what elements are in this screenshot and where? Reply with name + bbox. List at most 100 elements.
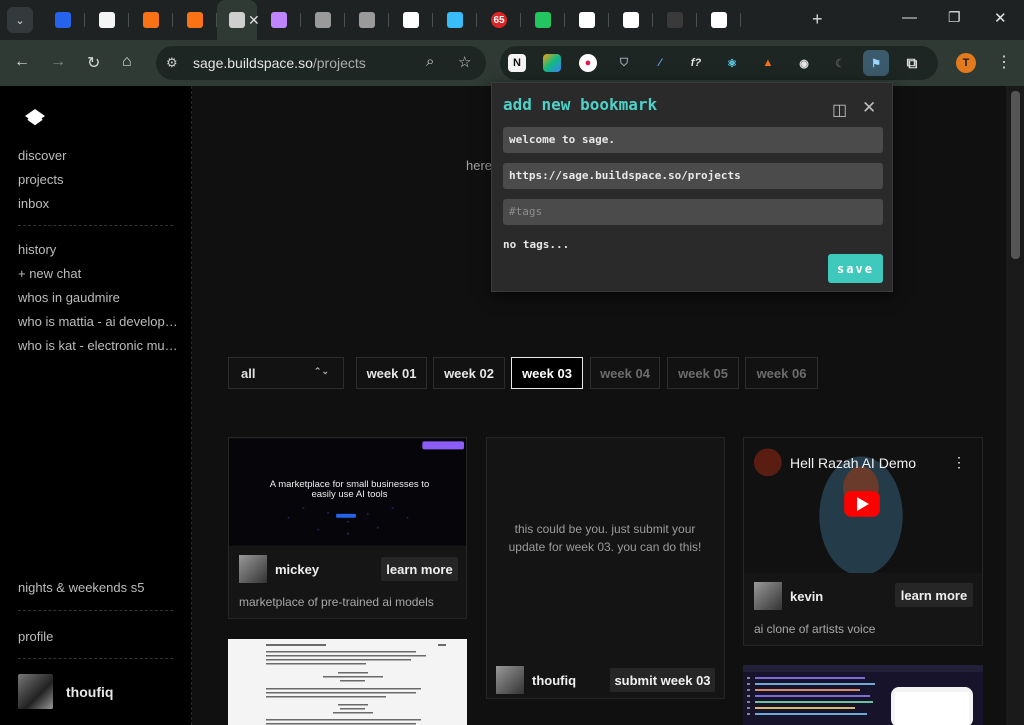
new-tab-button[interactable]: + [812,9,823,30]
triangle-icon [711,12,727,28]
browser-tab[interactable] [697,0,741,40]
forward-arrow-icon[interactable]: → [50,53,66,71]
home-icon[interactable]: ⌂ [122,53,132,71]
back-arrow-icon[interactable]: ← [14,53,30,71]
card-description: ai clone of artists voice [754,622,876,636]
eyedropper-icon[interactable]: ⁄ [651,54,669,72]
tab-search-button[interactable]: ⌄ [7,7,33,33]
moon-icon[interactable]: ☾ [831,54,849,72]
card-description: marketplace of pre-trained ai models [239,595,434,609]
filter-select[interactable]: all ⌃⌄ [228,357,344,389]
sidebar-item-inbox[interactable]: inbox [18,196,182,211]
tab-week[interactable]: week 04 [590,357,660,389]
bookmark-name-field[interactable]: welcome to sage. [503,127,883,153]
project-card[interactable]: A marketplace for small businesses to ea… [228,437,467,619]
sidebar-item-discover[interactable]: discover [18,148,182,163]
react-icon[interactable]: ⚛ [723,54,741,72]
bookmark-url-field[interactable]: https://sage.buildspace.so/projects [503,163,883,189]
browser-tab[interactable] [565,0,609,40]
browser-tab[interactable] [521,0,565,40]
chevron-down-icon: ⌄ [15,14,25,27]
save-button[interactable]: save [828,254,883,283]
bookmark-star-icon[interactable]: ☆ [458,53,471,71]
tags-input[interactable]: #tags [503,199,883,225]
browser-tab[interactable] [129,0,173,40]
reload-icon[interactable]: ↻ [87,53,100,73]
notion-icon[interactable]: N [508,54,526,72]
profile-avatar[interactable]: T [956,53,976,73]
site-info-icon[interactable]: ⚙ [166,55,178,71]
browser-tab[interactable] [301,0,345,40]
browser-tab[interactable] [345,0,389,40]
zoom-search-icon[interactable]: ⌕ [426,53,434,70]
close-tab-icon[interactable]: ✕ [248,12,260,29]
bookmark-popup: add new bookmark ◫ ✕ welcome to sage. ht… [491,82,893,292]
learn-more-button[interactable]: learn more [895,583,973,607]
shield-icon[interactable]: ⛉ [615,54,633,72]
function-icon[interactable]: f? [687,54,705,72]
author-name: kevin [790,588,824,604]
tab-week[interactable]: week 02 [433,357,505,389]
buildspace-logo[interactable] [24,108,46,126]
avatar [239,555,267,583]
sidebar-user[interactable]: thoufiq [18,674,113,709]
browser-tab[interactable] [41,0,85,40]
browser-tab[interactable] [257,0,301,40]
app-icon [271,12,287,28]
puzzle-icon[interactable]: ⧉ [903,54,921,72]
tab-week[interactable]: week 03 [511,357,583,389]
more-menu-icon[interactable]: ⋮ [996,52,1012,72]
tab-week[interactable]: week 01 [356,357,427,389]
sidebar-panel-icon[interactable]: ◫ [832,100,847,120]
sidebar-item-chat[interactable]: who is mattia - ai developer... [18,314,182,329]
video-title: Hell Razah AI Demo [790,455,917,471]
x-icon [623,12,639,28]
thumbnail-headline: A marketplace for small businesses to ea… [269,479,430,500]
sidebar-item-history[interactable]: history [18,242,182,257]
tab-week[interactable]: week 05 [667,357,739,389]
card-author[interactable]: mickey [239,555,319,583]
sidebar-item-chat[interactable]: who is kat - electronic musi... [18,338,182,353]
user-name: thoufiq [66,683,114,700]
window-close-icon[interactable]: ✕ [994,9,1007,27]
browser-tab[interactable]: 65 [477,0,521,40]
scrollbar-thumb[interactable] [1011,91,1020,259]
bookmark-extension-icon[interactable]: ⚑ [863,50,889,76]
sidebar-item-profile[interactable]: profile [18,629,182,644]
dice-icon [99,12,115,28]
author-name: thoufiq [532,672,577,688]
pokeball-icon[interactable]: ● [579,54,597,72]
browser-tab[interactable] [433,0,477,40]
card-author[interactable]: kevin [754,582,823,610]
submit-week-button[interactable]: submit week 03 [610,668,715,692]
browser-tab[interactable] [609,0,653,40]
fire-icon [187,12,203,28]
browser-tab[interactable] [653,0,697,40]
tab-strip: ⌄ 65 [0,0,1024,40]
sidebar-item-new-chat[interactable]: + new chat [18,266,182,281]
script-thumbnail[interactable] [228,639,467,725]
card-author[interactable]: thoufiq [496,666,576,694]
minimize-icon[interactable]: — [902,9,917,26]
buildspace-icon [229,12,245,28]
sidebar-item-projects[interactable]: projects [18,172,182,187]
code-thumbnail[interactable] [743,665,983,725]
browser-tab[interactable] [389,0,433,40]
spiral-icon[interactable]: ◉ [795,54,813,72]
url-text[interactable]: sage.buildspace.so/projects [193,55,366,71]
divider [18,610,173,611]
avatar [18,674,53,709]
tab-week[interactable]: week 06 [745,357,818,389]
color-extension-icon[interactable] [543,54,561,72]
close-icon[interactable]: ✕ [862,98,876,118]
sidebar: discover projects inbox history + new ch… [0,86,192,725]
browser-tab[interactable] [85,0,129,40]
sidebar-item-program[interactable]: nights & weekends s5 [18,580,182,595]
learn-more-button[interactable]: learn more [381,557,458,581]
video-menu-icon[interactable]: ⋮ [952,454,966,471]
restore-icon[interactable]: ❐ [948,9,961,26]
project-card[interactable]: Hell Razah AI Demo ⋮ kevin learn more ai… [743,437,983,646]
fox-icon[interactable]: ▲ [759,54,777,72]
sidebar-item-chat[interactable]: whos in gaudmire [18,290,182,305]
browser-tab[interactable] [173,0,217,40]
